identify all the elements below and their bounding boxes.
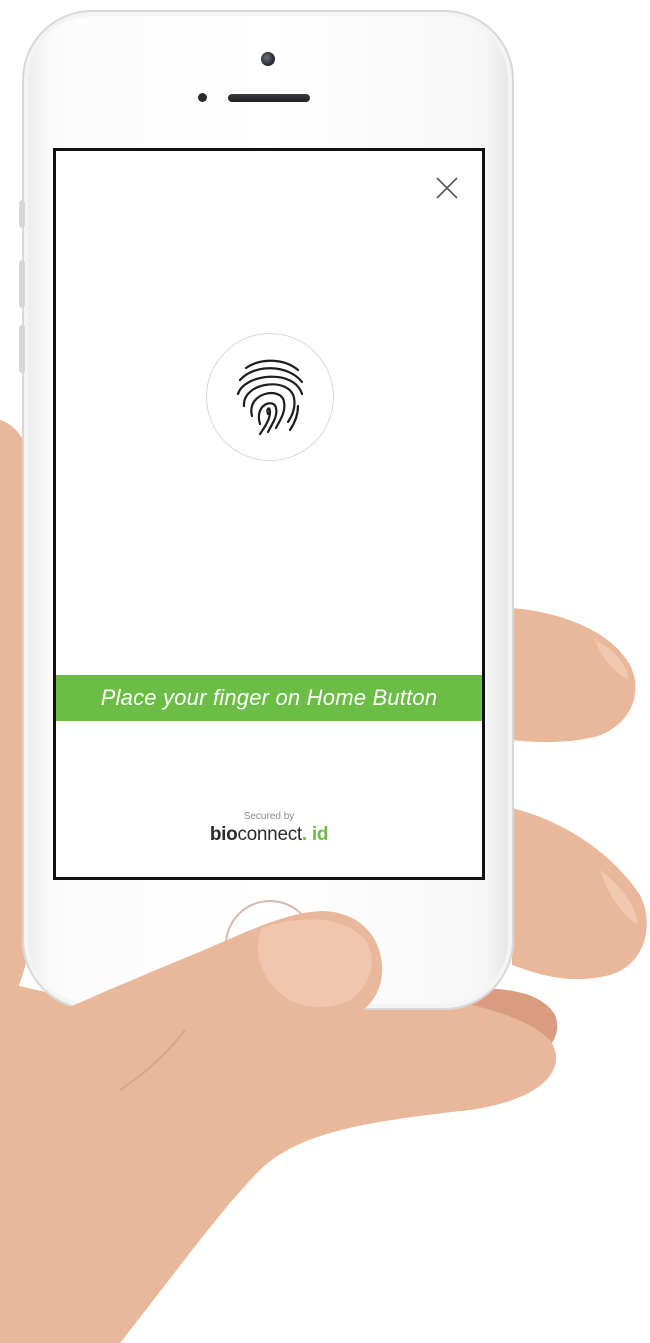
- thumb-illustration: [0, 911, 383, 1220]
- photo-scene: Place your finger on Home Button Secured…: [0, 0, 650, 1343]
